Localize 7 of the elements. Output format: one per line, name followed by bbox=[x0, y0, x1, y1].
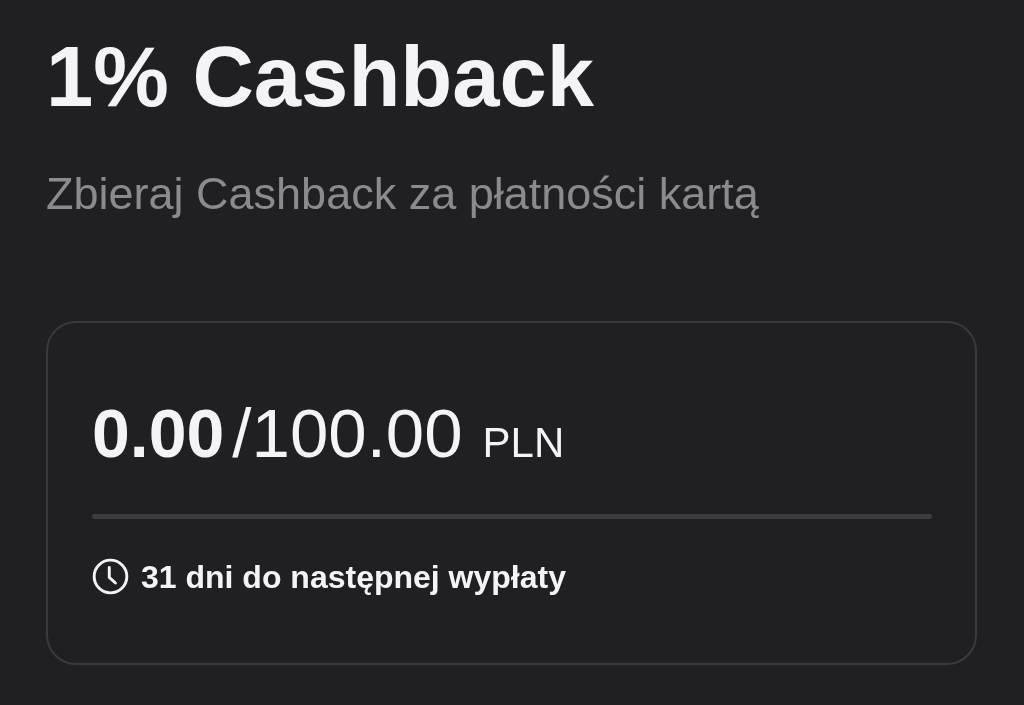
clock-icon bbox=[92, 558, 129, 595]
page-subtitle: Zbieraj Cashback za płatności kartą bbox=[46, 171, 759, 216]
payout-countdown: 31 dni do następnej wypłaty bbox=[141, 560, 566, 593]
page-title: 1% Cashback bbox=[46, 34, 595, 119]
limit-amount: /100.00 bbox=[232, 399, 463, 468]
currency-label: PLN bbox=[482, 422, 565, 464]
collected-amount: 0.00 bbox=[92, 399, 225, 467]
